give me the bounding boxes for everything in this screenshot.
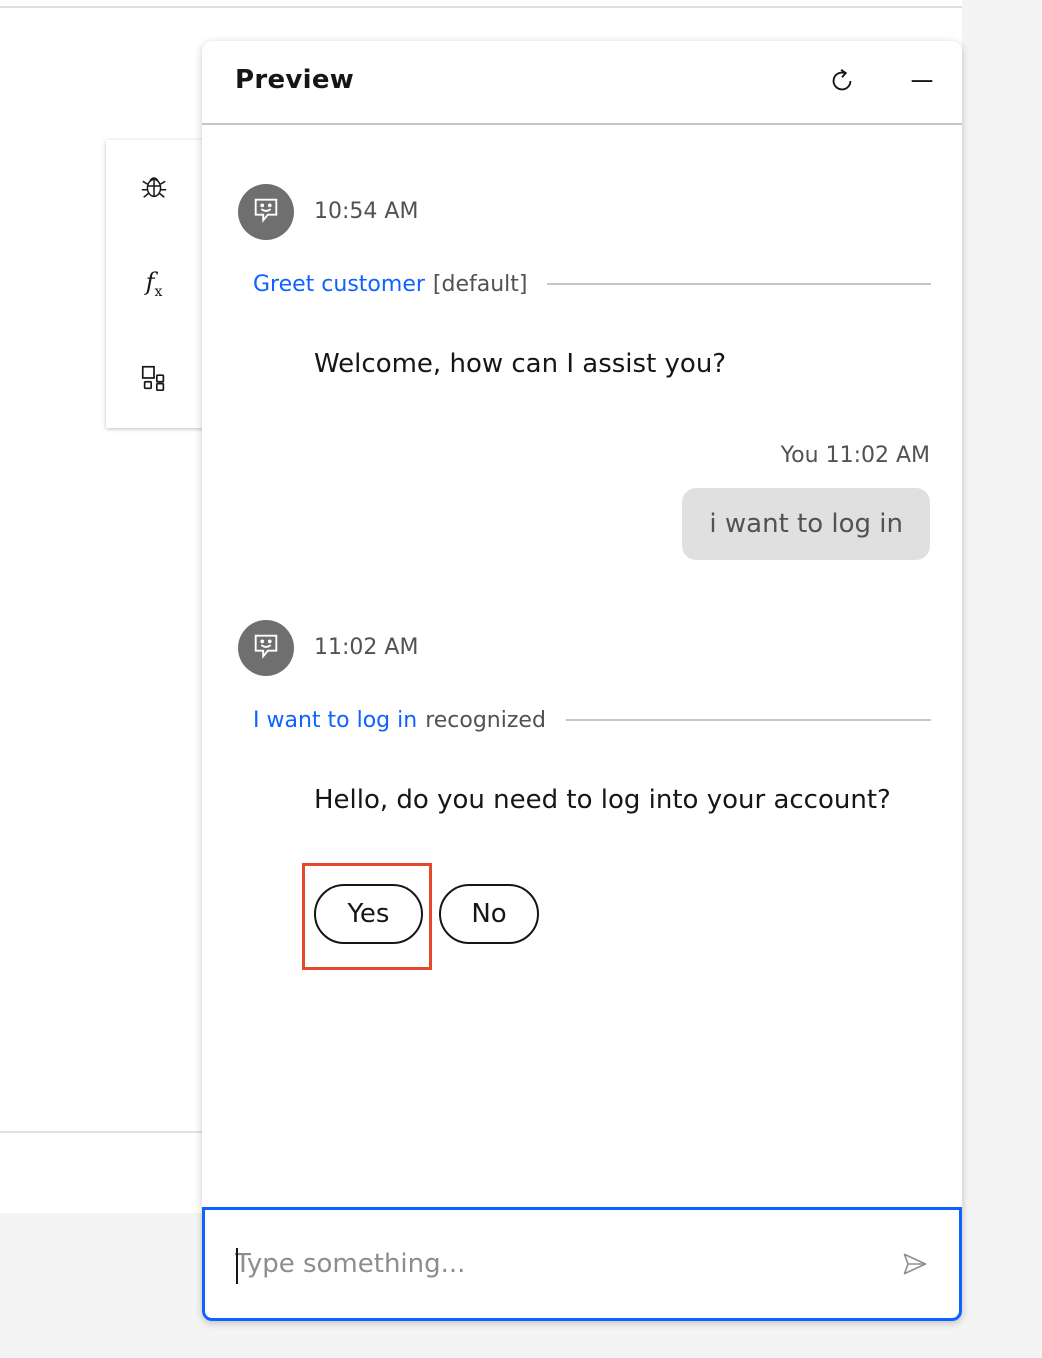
intent-status: recognized	[425, 707, 546, 733]
minimize-icon	[907, 66, 937, 100]
bot-message: Welcome, how can I assist you?	[314, 349, 727, 379]
panel-title: Preview	[235, 65, 355, 95]
side-toolbar: fx	[106, 140, 210, 428]
debug-icon	[139, 171, 169, 205]
assistant-avatar	[238, 620, 294, 676]
intent-link[interactable]: Greet customer	[253, 272, 425, 297]
user-message-meta: You 11:02 AM	[780, 443, 930, 468]
option-yes-button[interactable]: Yes	[314, 884, 423, 944]
intent-divider	[565, 719, 931, 721]
extensions-button[interactable]	[134, 360, 174, 400]
chat-bot-icon	[251, 631, 281, 665]
message-composer	[202, 1207, 962, 1321]
assistant-avatar	[238, 184, 294, 240]
intent-status: [default]	[432, 271, 528, 297]
refresh-button[interactable]	[822, 63, 862, 103]
preview-panel: Preview 10:54 AM Greet customer [default…	[202, 41, 962, 1321]
intent-row: Greet customer [default]	[253, 267, 931, 301]
user-message-bubble: i want to log in	[682, 488, 930, 560]
minimize-button[interactable]	[902, 63, 942, 103]
user-message-text: i want to log in	[709, 509, 903, 539]
message-timestamp: 11:02 AM	[314, 635, 419, 660]
canvas-right-gutter	[962, 0, 1042, 1358]
intent-divider	[547, 283, 931, 285]
message-timestamp: 10:54 AM	[314, 199, 419, 224]
canvas-top-divider	[0, 6, 962, 8]
message-input[interactable]	[235, 1240, 875, 1288]
send-icon	[901, 1250, 929, 1282]
panel-header: Preview	[202, 41, 962, 125]
intent-link[interactable]: I want to log in	[253, 708, 417, 733]
option-no-button[interactable]: No	[439, 884, 539, 944]
intent-row: I want to log in recognized	[253, 703, 931, 737]
bot-message: Hello, do you need to log into your acco…	[314, 785, 891, 815]
send-button[interactable]	[897, 1248, 933, 1284]
text-cursor	[236, 1248, 238, 1284]
refresh-icon	[827, 66, 857, 100]
chat-bot-icon	[251, 195, 281, 229]
canvas-divider	[0, 1131, 210, 1133]
function-button[interactable]: fx	[134, 264, 174, 304]
debug-button[interactable]	[134, 168, 174, 208]
function-icon: fx	[145, 268, 163, 300]
extensions-icon	[139, 363, 169, 397]
